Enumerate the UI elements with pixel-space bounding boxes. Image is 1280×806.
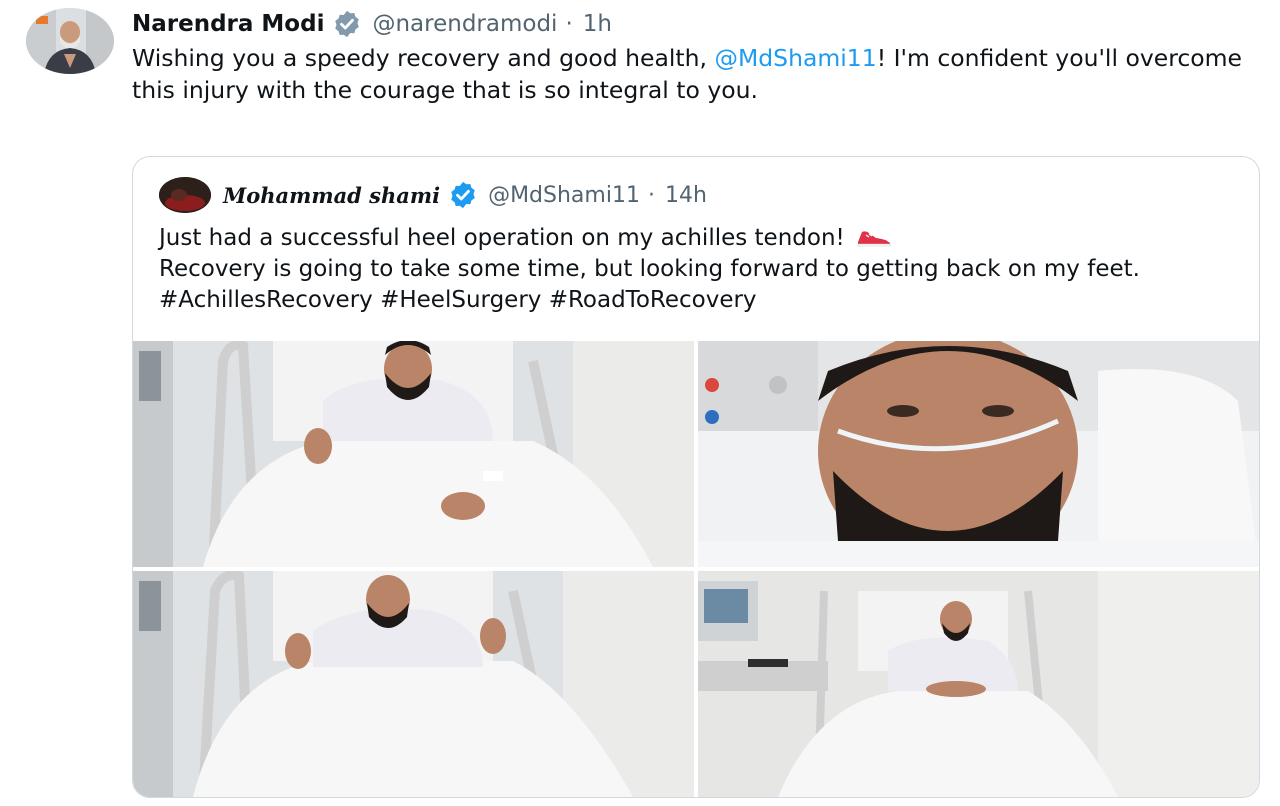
quoted-tweet-header: Mohammad shami @MdShami11 · 14h [159, 177, 707, 213]
quoted-tweet-text: Just had a successful heel operation on … [159, 223, 1244, 316]
separator-dot: · [565, 11, 573, 37]
verified-badge-icon [332, 9, 362, 39]
tweet-header: Narendra Modi @narendramodi · 1h [132, 8, 612, 40]
author-handle[interactable]: @narendramodi [372, 11, 557, 37]
photo-selfie-oxygen-tube[interactable] [698, 341, 1259, 567]
verified-badge-icon [448, 180, 478, 210]
quoted-author-name[interactable]: Mohammad shami [223, 183, 440, 208]
tweet-text-part1: Wishing you a speedy recovery and good h… [132, 44, 715, 72]
quoted-tweet-card[interactable]: Mohammad shami @MdShami11 · 14h Just had… [132, 156, 1260, 798]
quoted-tweet-timestamp[interactable]: 14h [665, 183, 707, 208]
photo-double-thumbs-up[interactable] [133, 571, 694, 797]
photo-thumbs-up-bed[interactable] [133, 341, 694, 567]
separator-dot: · [647, 182, 655, 208]
photo-wide-hospital-room[interactable] [698, 571, 1259, 797]
quoted-author-avatar[interactable] [159, 177, 211, 213]
author-name[interactable]: Narendra Modi [132, 11, 324, 37]
quoted-text-rest: Recovery is going to take some time, but… [159, 256, 1140, 313]
quoted-author-handle[interactable]: @MdShami11 [488, 183, 640, 208]
modi-avatar-image [26, 8, 114, 74]
tweet-text: Wishing you a speedy recovery and good h… [132, 42, 1242, 106]
media-grid [133, 341, 1259, 797]
quoted-text-line1: Just had a successful heel operation on … [159, 225, 845, 251]
tweet-timestamp[interactable]: 1h [583, 11, 612, 37]
mention-link[interactable]: @MdShami11 [714, 44, 876, 72]
running-shoe-icon [856, 226, 892, 248]
author-avatar[interactable] [26, 8, 114, 74]
